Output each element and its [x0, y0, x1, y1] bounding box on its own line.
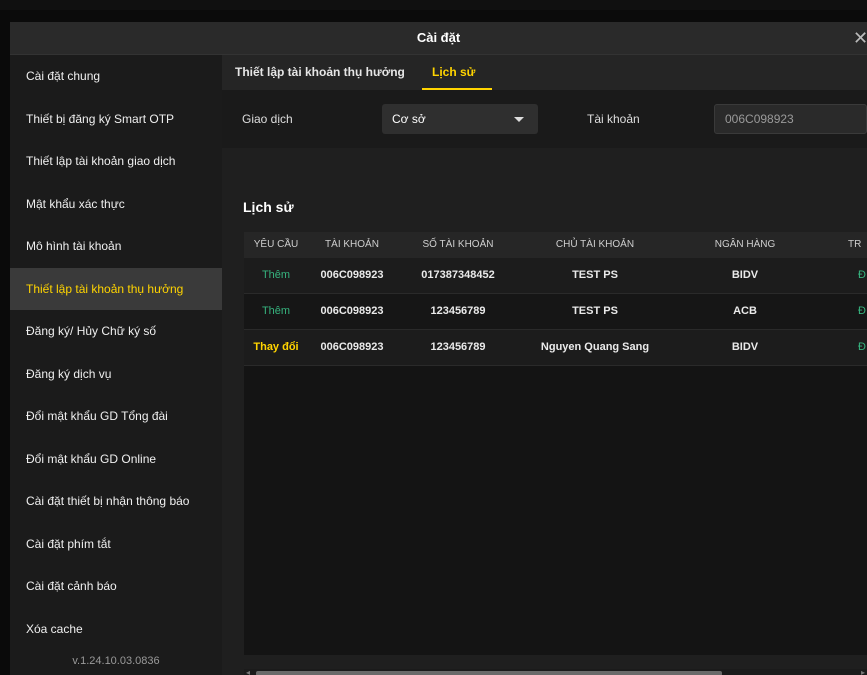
sidebar-item-clear-cache[interactable]: Xóa cache — [10, 608, 222, 651]
chevron-down-icon — [514, 117, 524, 122]
account-label: Tài khoản — [587, 112, 640, 126]
tab-history[interactable]: Lịch sử — [432, 55, 475, 90]
background-app-strip — [0, 0, 867, 10]
settings-content: Thiết lập tài khoản thụ hưởng Lịch sử Gi… — [222, 55, 867, 675]
tab-beneficiary-setup[interactable]: Thiết lập tài khoản thụ hưởng — [235, 55, 405, 90]
app-version: v.1.24.10.03.0836 — [72, 655, 160, 667]
sidebar-item-auth-password[interactable]: Mật khẩu xác thực — [10, 183, 222, 226]
scroll-left-icon[interactable]: ◂ — [246, 669, 250, 675]
sidebar-item-notification-devices[interactable]: Cài đặt thiết bị nhận thông báo — [10, 480, 222, 523]
history-table: YÊU CẦU TÀI KHOẢN SỐ TÀI KHOẢN CHỦ TÀI K… — [244, 232, 867, 655]
status-cell: Đ — [858, 341, 866, 353]
settings-modal: Cài đặt ✕ Cài đặt chung Thiết bị đăng ký… — [10, 22, 867, 675]
transaction-label: Giao dịch — [242, 112, 293, 126]
bank-account-cell: 123456789 — [430, 341, 486, 353]
tab-bar: Thiết lập tài khoản thụ hưởng Lịch sử — [222, 55, 867, 90]
sidebar-item-services[interactable]: Đăng ký dịch vụ — [10, 353, 222, 396]
bank-cell: BIDV — [731, 341, 759, 353]
table-row[interactable]: Thêm 006C098923 017387348452 TEST PS BID… — [244, 258, 867, 294]
holder-cell: Nguyen Quang Sang — [540, 341, 650, 353]
status-cell: Đ — [858, 305, 866, 317]
sidebar-item-beneficiary[interactable]: Thiết lập tài khoản thụ hưởng — [10, 267, 222, 310]
status-cell: Đ — [858, 269, 866, 281]
request-cell: Thêm — [261, 305, 291, 317]
history-title: Lịch sử — [243, 199, 294, 215]
bank-account-cell: 017387348452 — [421, 269, 495, 281]
sidebar-item-account-model[interactable]: Mô hình tài khoản — [10, 225, 222, 268]
sidebar-item-smart-otp[interactable]: Thiết bị đăng ký Smart OTP — [10, 98, 222, 141]
request-cell: Thêm — [261, 269, 291, 281]
transaction-type-value: Cơ sở — [392, 112, 426, 126]
bank-cell: ACB — [733, 305, 757, 317]
account-cell: 006C098923 — [320, 341, 384, 353]
sidebar-item-general[interactable]: Cài đặt chung — [10, 55, 222, 98]
horizontal-scrollbar[interactable]: ◂ ▸ — [244, 669, 867, 675]
scrollbar-thumb[interactable] — [256, 671, 722, 675]
sidebar-item-shortcuts[interactable]: Cài đặt phím tắt — [10, 523, 222, 566]
settings-sidebar: Cài đặt chung Thiết bị đăng ký Smart OTP… — [10, 55, 222, 675]
filter-bar: Giao dịch Cơ sở Tài khoản — [222, 90, 867, 148]
sidebar-item-callcenter-password[interactable]: Đổi mật khẩu GD Tổng đài — [10, 395, 222, 438]
account-field[interactable] — [714, 104, 867, 134]
col-bank-account-no: SỐ TÀI KHOẢN — [422, 239, 494, 250]
account-cell: 006C098923 — [320, 305, 384, 317]
col-holder: CHỦ TÀI KHOẢN — [555, 239, 635, 250]
col-request: YÊU CẦU — [253, 239, 299, 250]
col-account: TÀI KHOẢN — [325, 239, 379, 250]
holder-cell: TEST PS — [572, 269, 618, 281]
bank-account-cell: 123456789 — [430, 305, 486, 317]
col-bank: NGÂN HÀNG — [714, 239, 776, 250]
scroll-right-icon[interactable]: ▸ — [861, 669, 865, 675]
table-header: YÊU CẦU TÀI KHOẢN SỐ TÀI KHOẢN CHỦ TÀI K… — [244, 232, 867, 258]
sidebar-item-online-password[interactable]: Đổi mật khẩu GD Online — [10, 438, 222, 481]
sidebar-item-digital-signature[interactable]: Đăng ký/ Hủy Chữ ký số — [10, 310, 222, 353]
holder-cell: TEST PS — [572, 305, 618, 317]
bank-cell: BIDV — [731, 269, 759, 281]
table-row[interactable]: Thay đổi 006C098923 123456789 Nguyen Qua… — [244, 330, 867, 366]
transaction-type-select[interactable]: Cơ sở — [382, 104, 538, 134]
background-app-edge — [0, 10, 10, 675]
table-row[interactable]: Thêm 006C098923 123456789 TEST PS ACB Đ — [244, 294, 867, 330]
request-cell: Thay đổi — [253, 341, 299, 353]
modal-titlebar: Cài đặt ✕ — [10, 22, 867, 55]
account-cell: 006C098923 — [320, 269, 384, 281]
col-status: TR — [848, 239, 862, 250]
sidebar-item-alerts[interactable]: Cài đặt cảnh báo — [10, 565, 222, 608]
close-icon[interactable]: ✕ — [853, 22, 867, 54]
modal-title: Cài đặt — [416, 30, 461, 45]
sidebar-item-trading-account[interactable]: Thiết lập tài khoản giao dịch — [10, 140, 222, 183]
